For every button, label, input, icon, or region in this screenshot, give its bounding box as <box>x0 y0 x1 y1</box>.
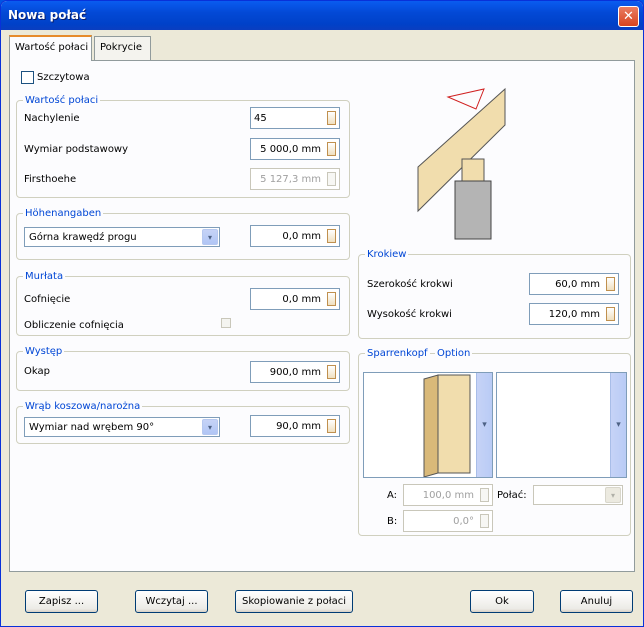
base-dimension-value: 5 000,0 mm <box>260 144 321 155</box>
chevron-down-icon: ▾ <box>482 419 487 430</box>
pitch-label: Nachylenie <box>24 113 80 124</box>
rafter-width-input[interactable]: 60,0 mm <box>529 273 619 295</box>
a-input: 100,0 mm <box>403 484 493 506</box>
rafter-head-group: Sparrenkopf Option ▾ ▾ A: 100,0 mm Połać… <box>358 348 631 536</box>
offset-label: Cofnięcie <box>24 294 71 305</box>
height-reference-value: Górna krawędź progu <box>29 232 137 243</box>
height-value-input[interactable]: 0,0 mm <box>250 225 340 247</box>
height-value: 0,0 mm <box>282 231 321 242</box>
option-group-title: Option <box>435 348 473 359</box>
base-dimension-label: Wymiar podstawowy <box>24 144 129 155</box>
notch-type-select[interactable]: Wymiar nad wrębem 90° ▾ <box>24 417 220 437</box>
spin-icon[interactable] <box>327 365 336 379</box>
ok-button[interactable]: Ok <box>470 590 534 613</box>
picker-scroll-button[interactable]: ▾ <box>476 373 492 477</box>
eave-input[interactable]: 900,0 mm <box>250 361 340 383</box>
rafter-width-label: Szerokość krokwi <box>367 279 453 290</box>
rafter-height-input[interactable]: 120,0 mm <box>529 303 619 325</box>
wallplate-group: Murłata Cofnięcie 0,0 mm Obliczenie cofn… <box>16 271 350 336</box>
b-value: 0,0° <box>453 516 474 527</box>
notch-value-input[interactable]: 90,0 mm <box>250 415 340 437</box>
spin-icon[interactable] <box>327 292 336 306</box>
title-bar[interactable]: Nowa połać ✕ <box>1 1 643 30</box>
dialog-window: Nowa połać ✕ Wartość połaci Pokrycie Szc… <box>0 0 644 627</box>
notch-group-title: Wrąb koszowa/narożna <box>23 401 143 412</box>
wall-shape <box>454 180 492 240</box>
spin-icon <box>327 172 336 186</box>
close-button[interactable]: ✕ <box>618 6 639 27</box>
notch-group: Wrąb koszowa/narożna Wymiar nad wrębem 9… <box>16 401 350 444</box>
spin-icon[interactable] <box>606 277 615 291</box>
roof-label: Połać: <box>497 490 527 501</box>
window-title: Nowa połać <box>8 8 87 22</box>
offset-calc-label: Obliczenie cofnięcia <box>24 320 124 331</box>
roof-illustration <box>417 87 506 240</box>
chevron-down-icon[interactable]: ▾ <box>202 419 218 435</box>
overhang-group: Występ Okap 900,0 mm <box>16 346 350 391</box>
b-input: 0,0° <box>403 510 493 532</box>
wallplate-group-title: Murłata <box>23 271 66 282</box>
spin-icon[interactable] <box>327 229 336 243</box>
spin-icon <box>480 488 489 502</box>
chevron-down-icon: ▾ <box>605 487 621 503</box>
chevron-down-icon: ▾ <box>616 419 621 430</box>
tab-covering[interactable]: Pokrycie <box>94 36 151 60</box>
rafter-group: Krokiew Szerokość krokwi 60,0 mm Wysokoś… <box>358 249 631 339</box>
spin-icon[interactable] <box>606 307 615 321</box>
cancel-button[interactable]: Anuluj <box>560 590 633 613</box>
roof-value-group: Wartość połaci Nachylenie 45 Wymiar pods… <box>16 95 350 198</box>
overhang-group-title: Występ <box>23 346 65 357</box>
pitch-input[interactable]: 45 <box>250 107 340 129</box>
tab-panel: Szczytowa Wartość połaci Nachylenie 45 W… <box>9 60 635 572</box>
offset-calc-checkbox[interactable] <box>221 318 231 328</box>
notch-type-value: Wymiar nad wrębem 90° <box>29 422 155 433</box>
angle-marker <box>446 88 485 110</box>
spin-icon <box>480 514 489 528</box>
tab-roof-value[interactable]: Wartość połaci <box>9 35 92 61</box>
height-group: Höhenangaben Górna krawędź progu ▾ 0,0 mm <box>16 208 350 260</box>
copy-from-roof-button[interactable]: Skopiowanie z połaci <box>235 590 353 613</box>
chevron-down-icon[interactable]: ▾ <box>202 229 218 245</box>
roof-value-group-title: Wartość połaci <box>23 95 101 106</box>
b-label: B: <box>387 516 398 527</box>
ridge-height-label: Firsthoehe <box>24 174 77 185</box>
eave-label: Okap <box>24 366 50 377</box>
rafter-head-preview <box>423 374 471 477</box>
a-value: 100,0 mm <box>422 490 474 501</box>
load-button[interactable]: Wczytaj ... <box>135 590 208 613</box>
ridge-height-input: 5 127,3 mm <box>250 168 340 190</box>
spin-icon[interactable] <box>327 419 336 433</box>
option-scroll-button[interactable]: ▾ <box>610 373 626 477</box>
rafter-height-value: 120,0 mm <box>548 309 600 320</box>
offset-input[interactable]: 0,0 mm <box>250 288 340 310</box>
base-dimension-input[interactable]: 5 000,0 mm <box>250 138 340 160</box>
height-reference-select[interactable]: Górna krawędź progu ▾ <box>24 227 220 247</box>
height-group-title: Höhenangaben <box>23 208 104 219</box>
a-label: A: <box>387 490 398 501</box>
offset-value: 0,0 mm <box>282 294 321 305</box>
spin-icon[interactable] <box>327 111 336 125</box>
gable-label: Szczytowa <box>37 72 90 83</box>
wallplate-shape <box>461 158 485 182</box>
rafter-head-group-title: Sparrenkopf <box>365 348 430 359</box>
ridge-height-value: 5 127,3 mm <box>260 174 321 185</box>
gable-checkbox[interactable] <box>21 71 34 84</box>
rafter-height-label: Wysokość krokwi <box>367 309 452 320</box>
rafter-group-title: Krokiew <box>365 249 409 260</box>
notch-value: 90,0 mm <box>276 421 321 432</box>
spin-icon[interactable] <box>327 142 336 156</box>
rafter-face-shape <box>437 374 471 474</box>
pitch-value: 45 <box>254 113 267 124</box>
roof-select: ▾ <box>533 485 623 505</box>
rafter-head-picker[interactable]: ▾ <box>363 372 493 478</box>
option-picker[interactable]: ▾ <box>496 372 627 478</box>
rafter-width-value: 60,0 mm <box>555 279 600 290</box>
rafter-edge-shape <box>423 374 439 477</box>
eave-value: 900,0 mm <box>269 367 321 378</box>
save-button[interactable]: Zapisz ... <box>25 590 98 613</box>
